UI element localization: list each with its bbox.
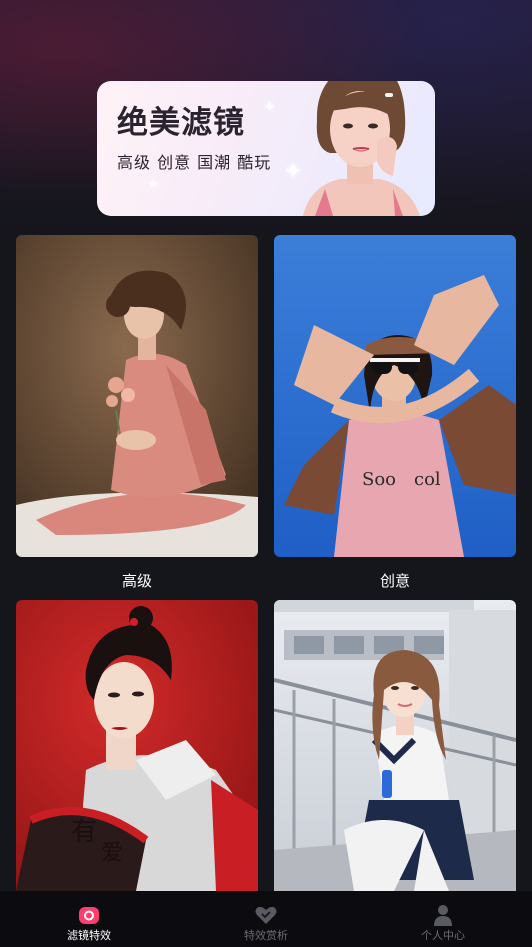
nav-label-effect-gallery: 特效赏析 (244, 929, 288, 942)
nav-item-effect-gallery[interactable]: 特效赏析 (206, 891, 326, 947)
filter-promo-banner[interactable]: 绝美滤镜 高级 创意 国潮 酷玩 ✦ ✦ ✦ (97, 81, 435, 216)
filter-preview-image: 有 爱 (16, 600, 258, 891)
sparkle-icon: ✦ (263, 97, 277, 116)
nav-label-filter-effects: 滤镜特效 (67, 929, 111, 942)
filter-preview-image (16, 235, 258, 557)
filter-card-guochao[interactable]: 有 爱 (16, 600, 258, 891)
filter-preview-image (274, 600, 516, 891)
camera-icon (79, 907, 99, 924)
bottom-navigation: 滤镜特效 特效赏析 个人中心 (0, 891, 532, 947)
filter-preview-image: Soo col (274, 235, 516, 557)
banner-title: 绝美滤镜 (117, 105, 245, 141)
filter-card-kuwan[interactable] (274, 600, 516, 891)
person-icon (434, 905, 452, 926)
filter-label-gaoji: 高级 (121, 572, 152, 590)
nav-item-profile[interactable]: 个人中心 (383, 891, 503, 947)
heart-icon (255, 906, 277, 924)
svg-text:Soo: Soo (362, 469, 396, 490)
nav-item-filter-effects[interactable]: 滤镜特效 (29, 891, 149, 947)
banner-model-image (303, 81, 420, 216)
filter-card-gaoji[interactable] (16, 235, 258, 557)
sparkle-icon: ✦ (147, 175, 160, 193)
banner-subtitle: 高级 创意 国潮 酷玩 (117, 153, 272, 172)
filter-card-chuangyi[interactable]: Soo col (274, 235, 516, 557)
svg-text:爱: 爱 (101, 841, 123, 866)
nav-label-profile: 个人中心 (421, 929, 465, 942)
svg-text:有: 有 (71, 817, 97, 847)
filter-label-chuangyi: 创意 (379, 572, 410, 590)
svg-text:col: col (414, 469, 441, 490)
